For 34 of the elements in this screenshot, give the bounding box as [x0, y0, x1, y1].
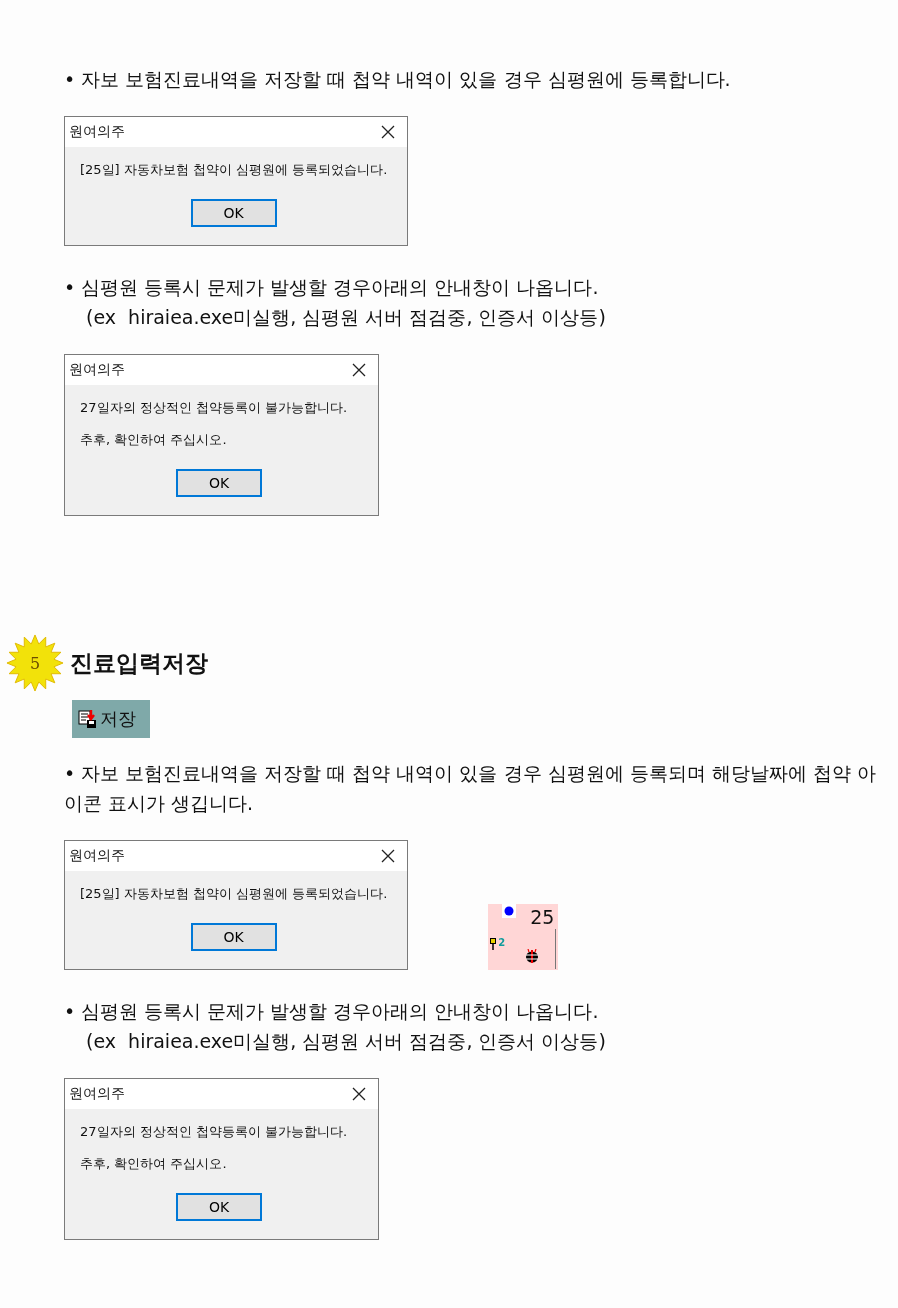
bullet-text: • 자보 보험진료내역을 저장할 때 첩약 내역이 있을 경우 심평원에 등록합니다. [64, 67, 732, 92]
dialog-message: 27일자의 정상적인 첩약등록이 불가능합니다. [80, 399, 349, 417]
dialog-message: 추후, 확인하여 주십시오. [80, 431, 228, 449]
close-icon[interactable] [352, 363, 366, 377]
bullet-text: • 심평원 등록시 문제가 발생할 경우아래의 안내창이 나옵니다. [64, 275, 600, 300]
dot-icon [502, 904, 517, 918]
dialog-message: 추후, 확인하여 주십시오. [80, 1155, 228, 1173]
dialog-message: 27일자의 정상적인 첩약등록이 불가능합니다. [80, 1123, 349, 1141]
dialog-title: 원여의주 [69, 361, 125, 379]
count-text: 2 [498, 937, 506, 948]
ok-button[interactable]: OK [176, 469, 262, 497]
dialog-title: 원여의주 [69, 1085, 125, 1103]
ok-button[interactable]: OK [176, 1193, 262, 1221]
save-button[interactable]: 저장 [72, 700, 150, 738]
dialog-title: 원여의주 [69, 123, 125, 141]
save-icon [78, 709, 98, 729]
ok-button[interactable]: OK [190, 923, 277, 951]
step-badge: 5 [6, 634, 64, 692]
bullet-text: • 자보 보험진료내역을 저장할 때 첩약 내역이 있을 경우 심평원에 등록되며 해당날짜에 첩약 아이콘 표시가 생깁니다. [64, 761, 877, 816]
pin-icon [490, 938, 497, 950]
calendar-cell[interactable]: 25 2 [488, 904, 559, 970]
dialog-title: 원여의주 [69, 847, 125, 865]
bug-icon [524, 949, 541, 963]
dialog-message: [25일] 자동차보험 첩약이 심평원에 등록되었습니다. [80, 885, 388, 903]
note-text: (ex hiraiea.exe미실행, 심평원 서버 점검중, 인증서 이상등) [85, 1029, 607, 1054]
close-icon[interactable] [381, 125, 396, 139]
note-text: (ex hiraiea.exe미실행, 심평원 서버 점검중, 인증서 이상등) [85, 305, 607, 330]
day-number: 25 [530, 906, 555, 928]
bullet-text: • 심평원 등록시 문제가 발생할 경우아래의 안내창이 나옵니다. [64, 999, 600, 1024]
ok-button[interactable]: OK [190, 199, 277, 227]
dialog-message: [25일] 자동차보험 첩약이 심평원에 등록되었습니다. [80, 161, 388, 179]
close-icon[interactable] [352, 1087, 366, 1101]
section-heading: 진료입력저장 [70, 648, 208, 678]
close-icon[interactable] [381, 849, 396, 863]
